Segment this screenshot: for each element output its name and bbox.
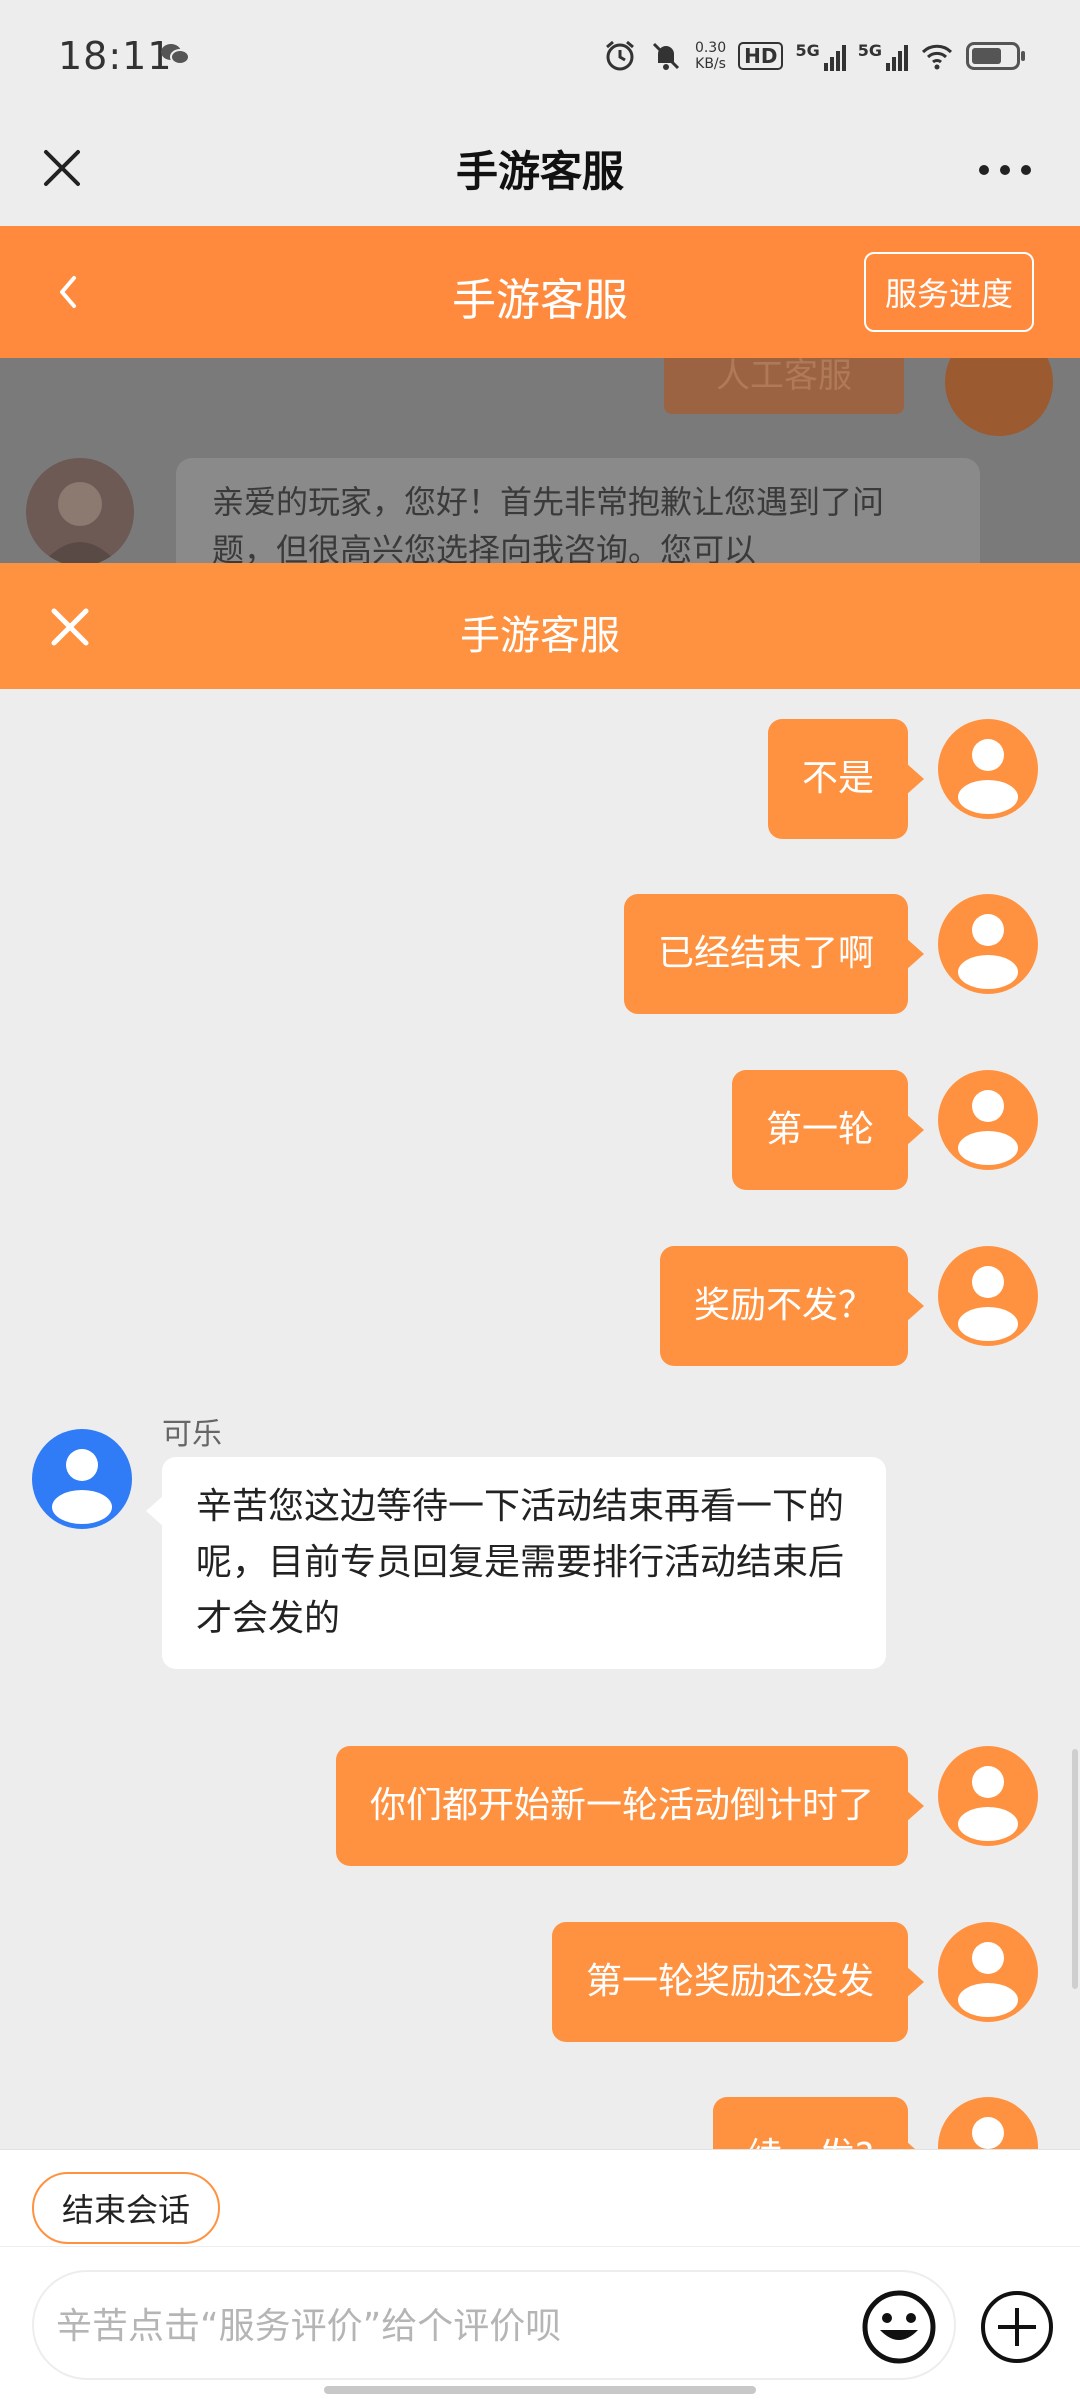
user-avatar	[945, 358, 1053, 436]
message-bubble[interactable]: 你们都开始新一轮活动倒计时了	[335, 1746, 925, 1866]
human-agent-bubble: 人工客服	[664, 358, 904, 414]
user-avatar	[938, 1070, 1038, 1170]
message-bubble[interactable]: 奖励不发？	[659, 1246, 925, 1366]
user-avatar	[938, 2097, 1038, 2149]
emoji-icon[interactable]	[860, 2288, 938, 2366]
user-avatar	[938, 1922, 1038, 2022]
home-indicator[interactable]	[324, 2386, 756, 2394]
alarm-icon	[605, 40, 634, 71]
more-icon[interactable]	[970, 150, 1040, 190]
mute-bell-icon	[652, 42, 680, 70]
agent-avatar	[32, 1429, 132, 1529]
message-input[interactable]	[56, 2286, 856, 2366]
user-avatar	[938, 1246, 1038, 1346]
end-session-button[interactable]: 结束会话	[32, 2172, 220, 2244]
divider	[0, 2246, 1080, 2247]
wechat-title-bar: 手游客服	[0, 112, 1080, 226]
bottom-bar: 结束会话	[0, 2149, 1080, 2400]
net-speed: 0.30 KB/s	[694, 40, 727, 72]
page-title: 手游客服	[455, 147, 624, 196]
battery-icon	[966, 42, 1025, 70]
signal-icon-sim1: 5G	[795, 41, 846, 71]
wifi-icon	[921, 44, 953, 70]
message-bubble[interactable]: 第一轮奖励还没发	[551, 1922, 925, 2042]
agent-name: 可乐	[162, 1417, 222, 1452]
app-header: 手游客服 服务进度	[0, 226, 1080, 358]
status-time: 18:11	[58, 34, 173, 78]
service-progress-button[interactable]: 服务进度	[864, 252, 1034, 332]
background-chat: 人工客服 亲爱的玩家，您好！首先非常抱歉让您遇到了问题，但很高兴您选择向我咨询。…	[0, 358, 1080, 563]
bot-avatar	[26, 458, 134, 563]
signal-icon-sim2: 5G	[858, 41, 908, 71]
greeting-bubble: 亲爱的玩家，您好！首先非常抱歉让您遇到了问题，但很高兴您选择向我咨询。您可以	[176, 458, 980, 563]
overlay-header: 手游客服	[0, 563, 1080, 689]
message-bubble[interactable]: 续一发?	[712, 2097, 925, 2149]
message-bubble[interactable]: 已经结束了啊	[623, 894, 925, 1014]
message-bubble[interactable]: 不是	[767, 719, 925, 839]
message-bubble[interactable]: 第一轮	[731, 1070, 925, 1190]
plus-icon[interactable]	[978, 2288, 1056, 2366]
user-avatar	[938, 719, 1038, 819]
chat-list[interactable]: 不是 已经结束了啊 第一轮 奖励不发？ 可乐 辛苦您这边等待一下活动结束再看一下…	[0, 689, 1080, 2149]
status-bar: 18:11 0.30 KB/s HD 5G 5G	[0, 0, 1080, 112]
scrollbar[interactable]	[1072, 1749, 1078, 1989]
message-bubble[interactable]: 辛苦您这边等待一下活动结束再看一下的呢，目前专员回复是需要排行活动结束后才会发的	[146, 1457, 886, 1669]
overlay-title: 手游客服	[460, 613, 620, 659]
hd-badge: HD	[738, 42, 784, 70]
status-icons: 0.30 KB/s HD 5G 5G	[603, 36, 1025, 76]
message-input-wrap	[32, 2270, 956, 2380]
wechat-icon	[161, 44, 190, 65]
user-avatar	[938, 1746, 1038, 1846]
user-avatar	[938, 894, 1038, 994]
